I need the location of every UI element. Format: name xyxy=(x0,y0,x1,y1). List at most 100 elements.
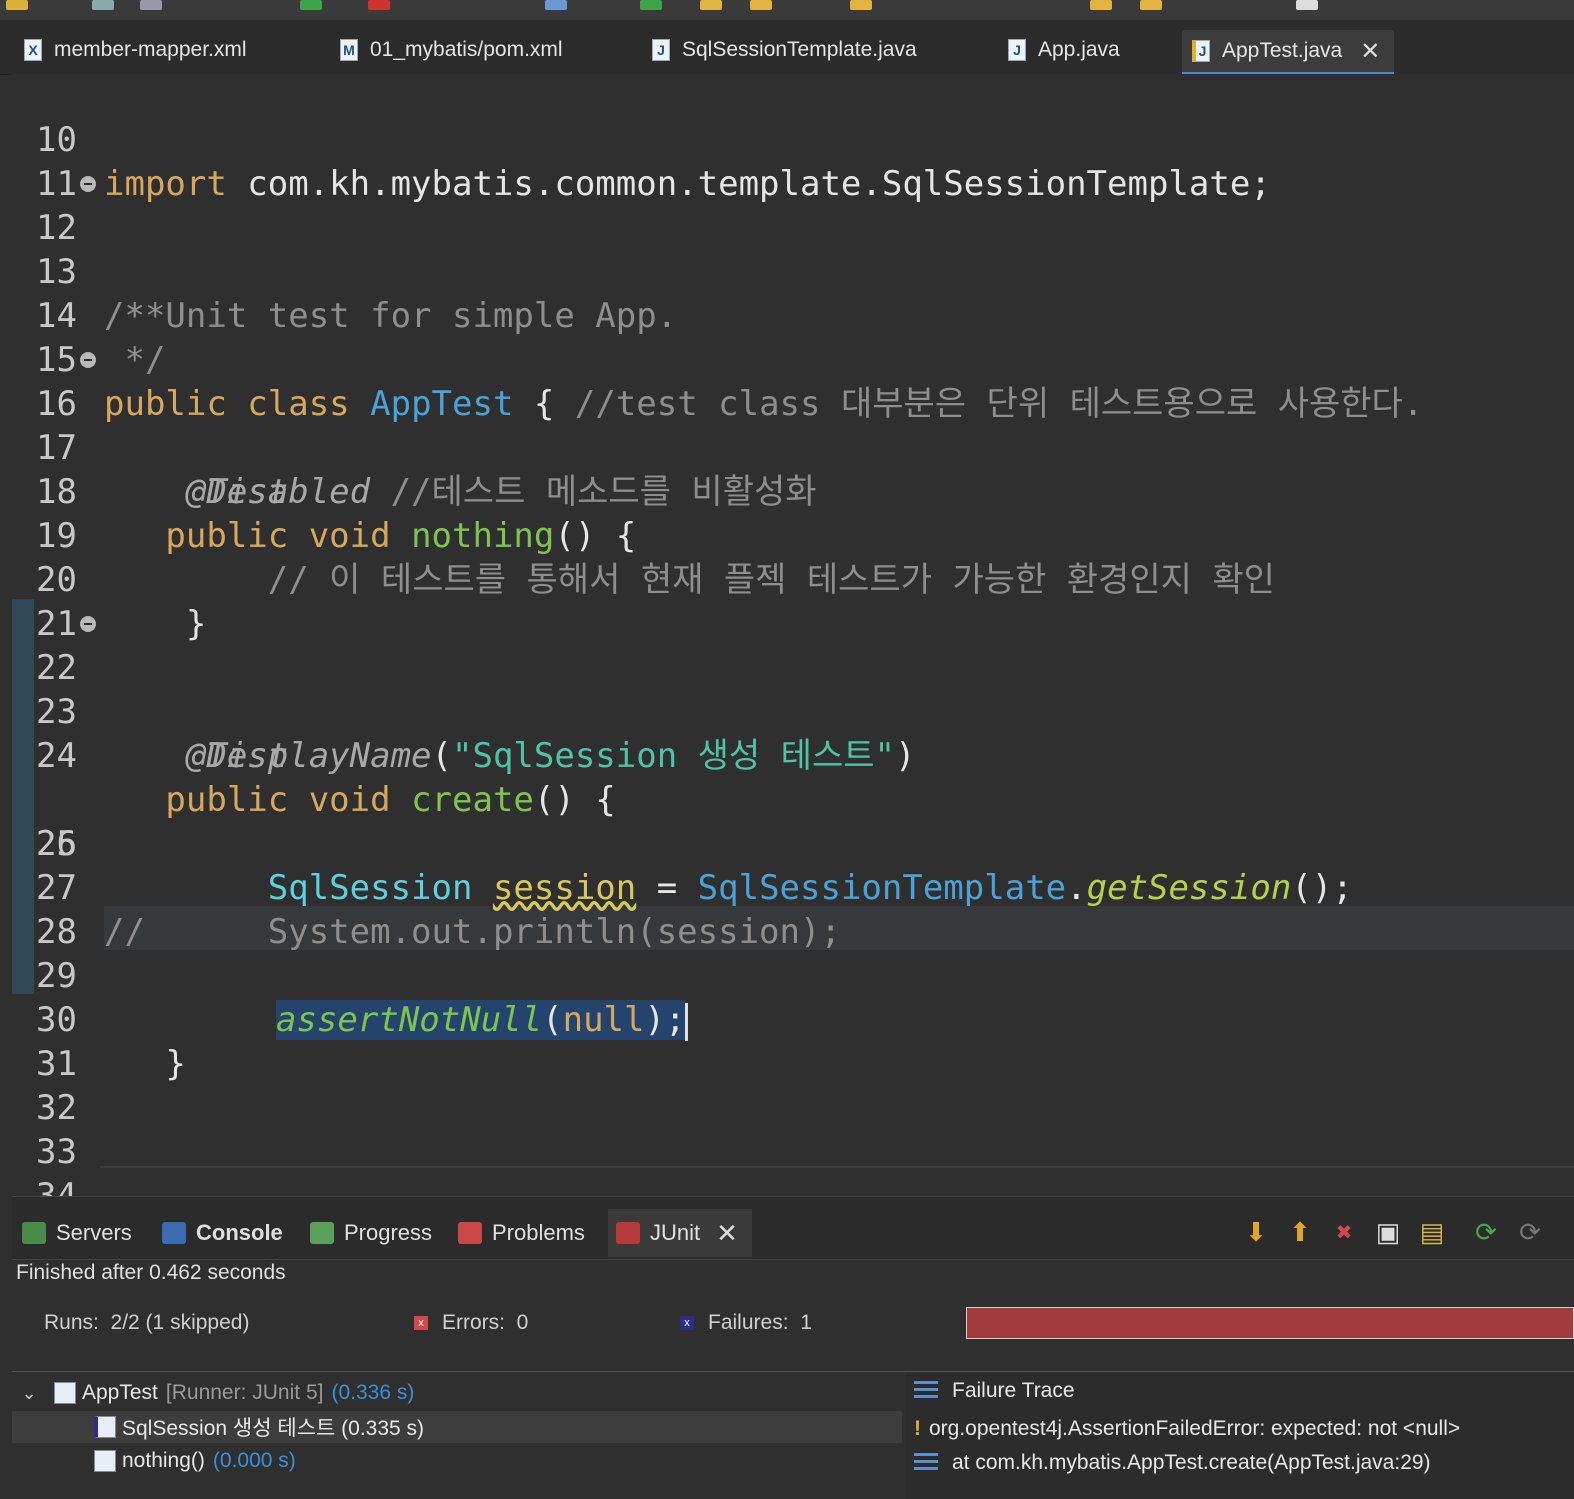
code-line: 34 xyxy=(12,1130,1574,1216)
toolbar-icon[interactable] xyxy=(368,0,390,10)
code-line: 14 */ xyxy=(36,296,166,380)
test-progress-bar xyxy=(966,1307,1574,1339)
code-line: 12 /** xyxy=(12,162,1574,336)
tab-label: 01_mybatis/pom.xml xyxy=(370,38,563,61)
tab-label: member-mapper.xml xyxy=(54,38,247,61)
toolbar-icon[interactable] xyxy=(300,0,322,10)
code-line: 30 } xyxy=(36,1000,186,1084)
tab-progress[interactable]: Progress xyxy=(310,1209,432,1257)
failure-trace-header: Failure Trace xyxy=(914,1379,1075,1403)
stack-frame-icon xyxy=(914,1453,938,1473)
java-file-warning-icon: J xyxy=(1192,40,1210,62)
code-line: 26 xyxy=(36,824,77,864)
code-line: 13 * Unit test for simple App. xyxy=(36,252,678,336)
code-editor[interactable]: 10 import com.kh.mybatis.common.template… xyxy=(12,74,1574,1416)
trace-line[interactable]: at com.kh.mybatis.AppTest.create(AppTest… xyxy=(914,1451,1431,1475)
error-icon: x xyxy=(414,1316,428,1330)
divider xyxy=(12,1371,1574,1372)
tab-label: SqlSessionTemplate.java xyxy=(682,38,917,61)
junit-status: Finished after 0.462 seconds xyxy=(16,1261,286,1284)
console-icon xyxy=(162,1222,186,1244)
code-line: 31 xyxy=(36,1044,77,1084)
toolbar-icon[interactable] xyxy=(750,0,772,10)
junit-icon xyxy=(616,1222,640,1244)
problems-icon xyxy=(458,1222,482,1244)
tab-apptest[interactable]: J AppTest.java ✕ xyxy=(1182,30,1395,75)
tree-item-skipped[interactable]: nothing() (0.000 s) xyxy=(12,1445,902,1477)
tab-member-mapper[interactable]: X member-mapper.xml xyxy=(24,30,247,70)
tree-root[interactable]: ⌄ AppTest [Runner: JUnit 5] (0.336 s) xyxy=(12,1377,902,1409)
close-icon[interactable]: ✕ xyxy=(1360,37,1380,66)
toolbar-icon[interactable] xyxy=(1296,0,1318,10)
tab-label: AppTest.java xyxy=(1222,39,1343,62)
trace-icon xyxy=(914,1381,938,1401)
tab-problems[interactable]: Problems xyxy=(458,1209,585,1257)
code-line: 32 xyxy=(36,1088,77,1128)
code-line: 16 @Test xyxy=(12,338,1574,512)
code-line: 33 xyxy=(36,1132,77,1172)
code-line: 21 xyxy=(36,604,77,644)
tab-servers[interactable]: Servers xyxy=(22,1209,132,1257)
toolbar-icon[interactable] xyxy=(92,0,114,10)
main-toolbar xyxy=(0,0,1574,20)
code-line: 10 import com.kh.mybatis.common.template… xyxy=(36,120,1271,204)
failure-icon: x xyxy=(680,1316,694,1330)
rerun-failed-icon[interactable]: ⟳ xyxy=(1516,1217,1544,1247)
show-failures-only-icon[interactable]: ✖ xyxy=(1330,1217,1358,1247)
next-failure-icon[interactable]: ⬇ xyxy=(1242,1217,1270,1247)
trace-line[interactable]: ! org.opentest4j.AssertionFailedError: e… xyxy=(914,1417,1460,1441)
toolbar-icon[interactable] xyxy=(640,0,662,10)
toolbar-icon[interactable] xyxy=(1090,0,1112,10)
tab-junit[interactable]: JUnit ✕ xyxy=(608,1209,752,1257)
code-line: 18 public void nothing() { xyxy=(36,472,637,556)
code-line: 17 @Disabled //테스트 메소드를 비활성화 xyxy=(36,428,817,512)
java-file-icon: J xyxy=(652,39,670,61)
tree-item-failed[interactable]: SqlSession 생성 테스트 (0.335 s) xyxy=(12,1411,902,1443)
tab-label: App.java xyxy=(1038,38,1120,61)
maven-file-icon: M xyxy=(340,39,358,61)
toolbar-icon[interactable] xyxy=(6,0,28,10)
toolbar-icon[interactable] xyxy=(850,0,872,10)
show-skipped-icon[interactable]: ▣ xyxy=(1374,1217,1402,1247)
toolbar-icon[interactable] xyxy=(700,0,722,10)
code-line: 27 // System.out.println(session); xyxy=(36,868,841,952)
failed-test-icon xyxy=(94,1416,116,1438)
tab-console[interactable]: Console xyxy=(162,1209,283,1257)
tab-app[interactable]: J App.java xyxy=(1008,30,1120,70)
scroll-lock-icon[interactable]: ▤ xyxy=(1418,1217,1446,1247)
test-suite-icon xyxy=(54,1382,76,1404)
code-line: 29 assertNotNull(null); xyxy=(12,910,1574,1041)
runs-counter: Runs: 2/2 (1 skipped) xyxy=(44,1311,250,1334)
errors-counter: x Errors: 0 xyxy=(414,1311,528,1335)
tab-sqlsessiontemplate[interactable]: J SqlSessionTemplate.java xyxy=(652,30,917,70)
tab-pom[interactable]: M 01_mybatis/pom.xml xyxy=(340,30,563,70)
editor-tab-bar: X member-mapper.xml M 01_mybatis/pom.xml… xyxy=(0,20,1574,75)
close-icon[interactable]: ✕ xyxy=(716,1218,738,1249)
code-line: 20 } xyxy=(36,560,207,644)
code-line: 19 // 이 테스트를 통해서 현재 플젝 테스트가 가능한 환경인지 확인 xyxy=(36,516,1275,600)
rerun-test-icon[interactable]: ⟳ xyxy=(1472,1217,1500,1247)
bottom-panel: Servers Console Progress Problems JUnit … xyxy=(12,1196,1574,1499)
code-line: 28 xyxy=(36,912,77,952)
code-line: ! 25 SqlSession session = SqlSessionTemp… xyxy=(12,734,1574,1416)
toolbar-icon[interactable] xyxy=(545,0,567,10)
fold-toggle-icon[interactable] xyxy=(80,176,96,192)
code-line: 11 xyxy=(36,164,77,204)
previous-failure-icon[interactable]: ⬆ xyxy=(1286,1217,1314,1247)
code-line: 24 public void create() { xyxy=(36,736,616,820)
fold-toggle-icon[interactable] xyxy=(80,616,96,632)
warning-icon: ! xyxy=(914,1417,921,1440)
panel-tab-bar: Servers Console Progress Problems JUnit … xyxy=(12,1197,1574,1260)
progress-icon xyxy=(310,1222,334,1244)
xml-file-icon: X xyxy=(24,39,42,61)
toolbar-icon[interactable] xyxy=(140,0,162,10)
toolbar-icon[interactable] xyxy=(1140,0,1162,10)
code-line: 15 public class AppTest { //test class 대… xyxy=(36,340,1424,424)
code-line: 22 @Test xyxy=(12,602,1574,776)
failures-counter: x Failures: 1 xyxy=(680,1311,812,1335)
fold-toggle-icon[interactable] xyxy=(80,352,96,368)
chevron-down-icon[interactable]: ⌄ xyxy=(14,1383,44,1404)
test-tree[interactable]: ⌄ AppTest [Runner: JUnit 5] (0.336 s) Sq… xyxy=(12,1375,902,1499)
java-file-icon: J xyxy=(1008,39,1026,61)
code-line: 23 @DisplayName("SqlSession 생성 테스트") xyxy=(36,692,916,776)
